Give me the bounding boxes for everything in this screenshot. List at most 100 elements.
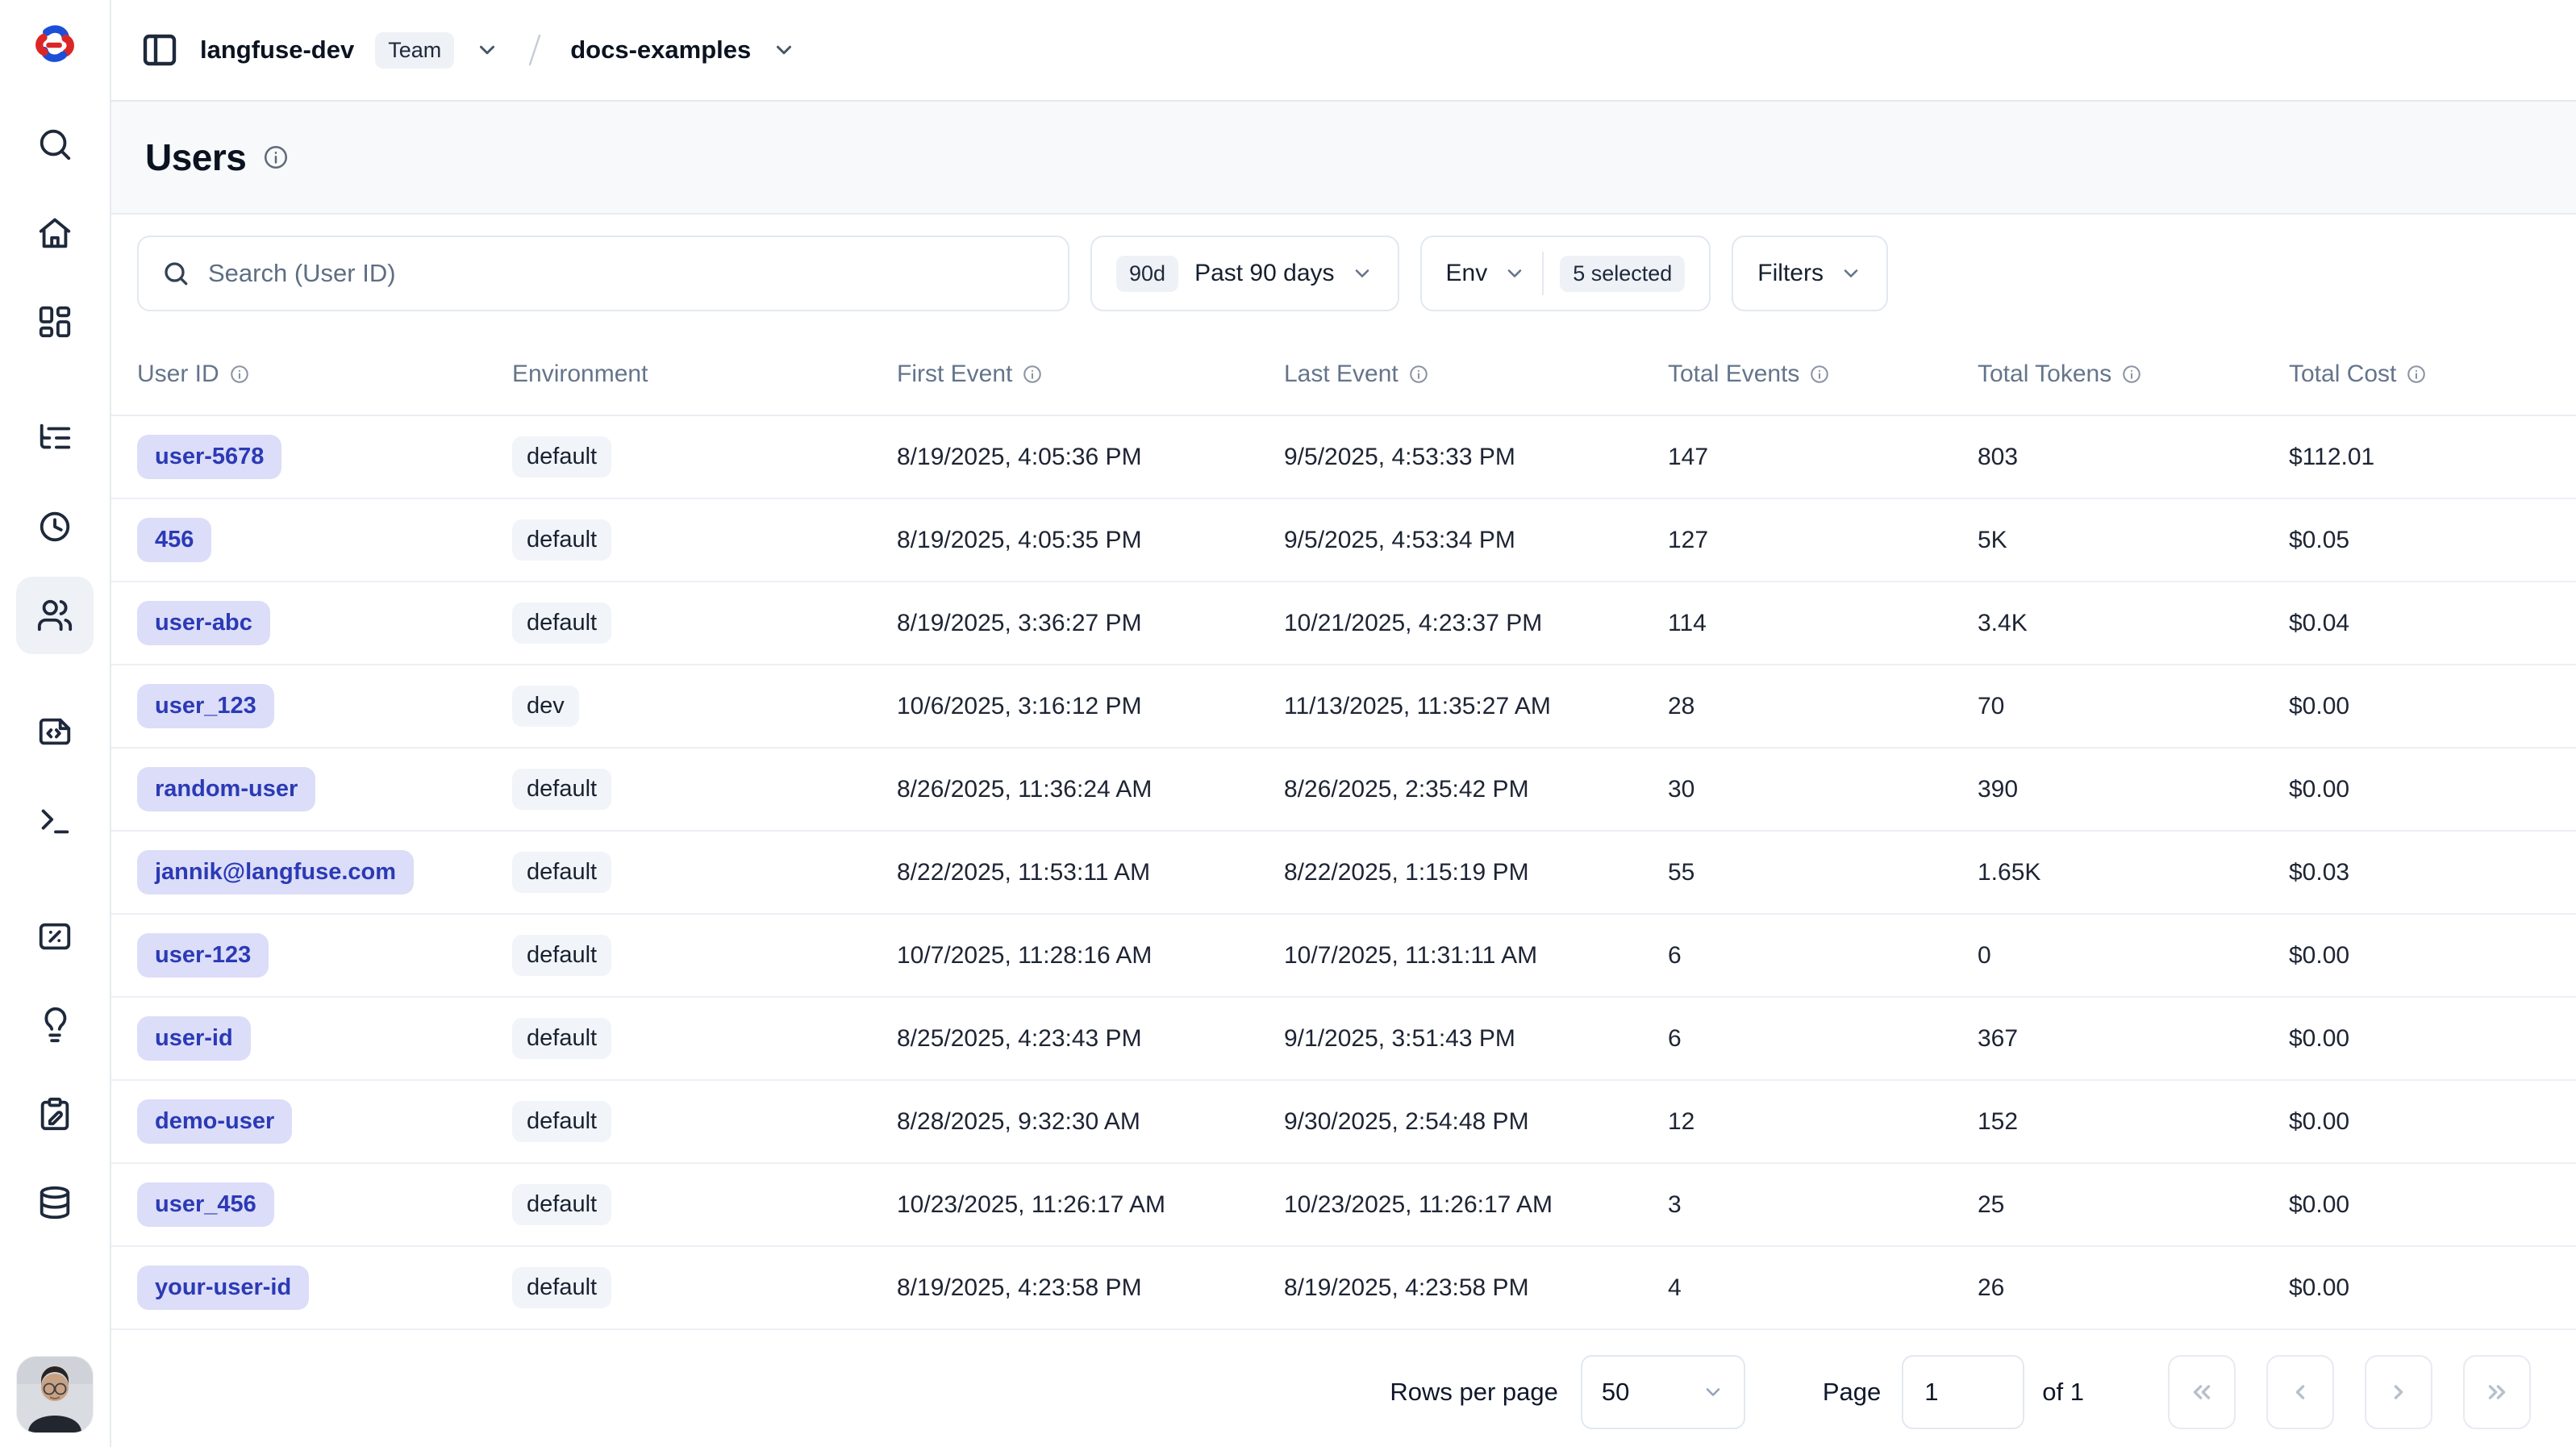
environment-filter-label: Env [1446,260,1488,287]
column-header-label: Environment [512,361,648,388]
user-avatar[interactable] [17,1357,93,1432]
file-code-icon [36,713,73,750]
cell-total_tokens: 0 [1978,942,2289,970]
cell-last_event: 9/5/2025, 4:53:33 PM [1284,444,1668,471]
cell-last_event: 8/19/2025, 4:23:58 PM [1284,1274,1668,1302]
sidebar-toggle-button[interactable] [140,31,179,69]
environment-filter-button[interactable]: Env 5 selected [1420,236,1711,311]
cell-total_tokens: 803 [1978,444,2289,471]
cell-total_events: 6 [1668,1025,1978,1053]
clock-icon [36,508,73,545]
environment-badge: default [512,852,611,893]
cell-total_cost: $0.00 [2289,942,2576,970]
column-header-total_events[interactable]: Total Events [1668,361,1978,388]
column-header-last_event[interactable]: Last Event [1284,361,1668,388]
user-id-badge[interactable]: jannik@langfuse.com [137,850,414,894]
table-row[interactable]: user-5678default8/19/2025, 4:05:36 PM9/5… [111,416,2576,499]
user-id-badge[interactable]: user-abc [137,601,270,645]
search-input[interactable] [208,259,1045,288]
sidebar-item-annotation[interactable] [16,1075,94,1153]
user-id-badge[interactable]: your-user-id [137,1266,309,1310]
org-plan-badge: Team [375,32,454,69]
page-header: Users [111,102,2576,215]
page-number-input[interactable] [1902,1355,2024,1429]
sidebar-item-prompts[interactable] [16,693,94,770]
environment-badge: default [512,1018,611,1059]
app-root: langfuse-dev Team docs-examples Users 90… [0,0,2576,1447]
table-row[interactable]: jannik@langfuse.comdefault8/22/2025, 11:… [111,832,2576,915]
user-id-badge[interactable]: random-user [137,767,315,811]
user-id-badge[interactable]: user_123 [137,684,274,728]
last-page-button[interactable] [2463,1355,2531,1429]
info-icon[interactable] [262,144,290,171]
sidebar-item-tracing[interactable] [16,399,94,477]
table-row[interactable]: user-abcdefault8/19/2025, 3:36:27 PM10/2… [111,582,2576,665]
sidebar-item-insights[interactable] [16,986,94,1064]
panel-left-icon [140,31,179,69]
breadcrumb-project[interactable]: docs-examples [570,35,751,65]
table-row[interactable]: your-user-id default 8/19/2025, 4:23:58 PM… [111,1247,2576,1330]
column-header-user_id[interactable]: User ID [137,361,512,388]
cell-total_cost: $0.04 [2289,610,2576,637]
sidebar-item-users[interactable] [16,577,94,654]
user-id-badge[interactable]: 456 [137,518,211,562]
table-row[interactable]: user_456default10/23/2025, 11:26:17 AM10… [111,1164,2576,1247]
cell-environment: default [512,1101,897,1142]
sidebar-item-search[interactable] [16,106,94,183]
cell-first_event: 8/26/2025, 11:36:24 AM [897,776,1284,803]
environment-badge: default [512,436,611,477]
chevron-down-icon[interactable] [772,38,796,62]
terminal-icon [36,802,73,839]
breadcrumb-org[interactable]: langfuse-dev [200,35,354,65]
next-page-button[interactable] [2365,1355,2432,1429]
search-icon [36,126,73,163]
rows-per-page-select[interactable]: 50 [1581,1355,1745,1429]
column-header-total_tokens[interactable]: Total Tokens [1978,361,2289,388]
column-header-environment[interactable]: Environment [512,361,897,388]
user-id-badge[interactable]: user_456 [137,1182,274,1227]
user-id-badge[interactable]: user-id [137,1016,251,1061]
sidebar-item-evaluation[interactable] [16,898,94,975]
first-page-button[interactable] [2168,1355,2236,1429]
user-id-badge[interactable]: user-123 [137,933,269,978]
cell-environment: default [512,1184,897,1225]
cell-total_events: 55 [1668,859,1978,886]
user-id-badge[interactable]: user-5678 [137,435,281,479]
column-header-first_event[interactable]: First Event [897,361,1284,388]
cell-total_tokens: 367 [1978,1025,2289,1053]
cell-environment: default [512,1018,897,1059]
chevron-down-icon[interactable] [475,38,499,62]
filters-button[interactable]: Filters [1732,236,1888,311]
sidebar-item-playground[interactable] [16,782,94,859]
sidebar-item-home[interactable] [16,194,94,272]
lightbulb-icon [36,1007,73,1044]
database-icon [36,1184,73,1221]
search-box[interactable] [137,236,1069,311]
table-row[interactable]: random-userdefault8/26/2025, 11:36:24 AM… [111,749,2576,832]
previous-page-button[interactable] [2266,1355,2334,1429]
column-header-total_cost[interactable]: Total Cost [2289,361,2576,388]
table-row[interactable]: 456default8/19/2025, 4:05:35 PM9/5/2025,… [111,499,2576,582]
environment-badge: default [512,519,611,561]
rows-per-page-value: 50 [1602,1378,1629,1407]
pagination-controls [2168,1355,2531,1429]
user-id-badge[interactable]: demo-user [137,1099,292,1144]
table-row[interactable]: demo-userdefault8/28/2025, 9:32:30 AM9/3… [111,1081,2576,1164]
cell-user_id: demo-user [137,1099,512,1144]
table-row[interactable]: user-123default10/7/2025, 11:28:16 AM10/… [111,915,2576,998]
cell-total_events: 30 [1668,776,1978,803]
list-tree-icon [36,419,73,457]
sidebar-item-dashboards[interactable] [16,283,94,361]
sidebar-item-sessions[interactable] [16,488,94,565]
date-range-button[interactable]: 90d Past 90 days [1090,236,1399,311]
cell-total_tokens: 26 [1978,1274,2289,1302]
environment-badge: default [512,1267,611,1308]
cell-first_event: 8/25/2025, 4:23:43 PM [897,1025,1284,1053]
sidebar-item-datasets[interactable] [16,1164,94,1241]
table-row[interactable]: user-iddefault8/25/2025, 4:23:43 PM9/1/2… [111,998,2576,1081]
cell-total_cost: $0.05 [2289,527,2576,554]
sidebar-nav [16,106,94,1253]
table-row[interactable]: user_123dev10/6/2025, 3:16:12 PM11/13/20… [111,665,2576,749]
topbar: langfuse-dev Team docs-examples [111,0,2576,102]
environment-badge: default [512,603,611,644]
